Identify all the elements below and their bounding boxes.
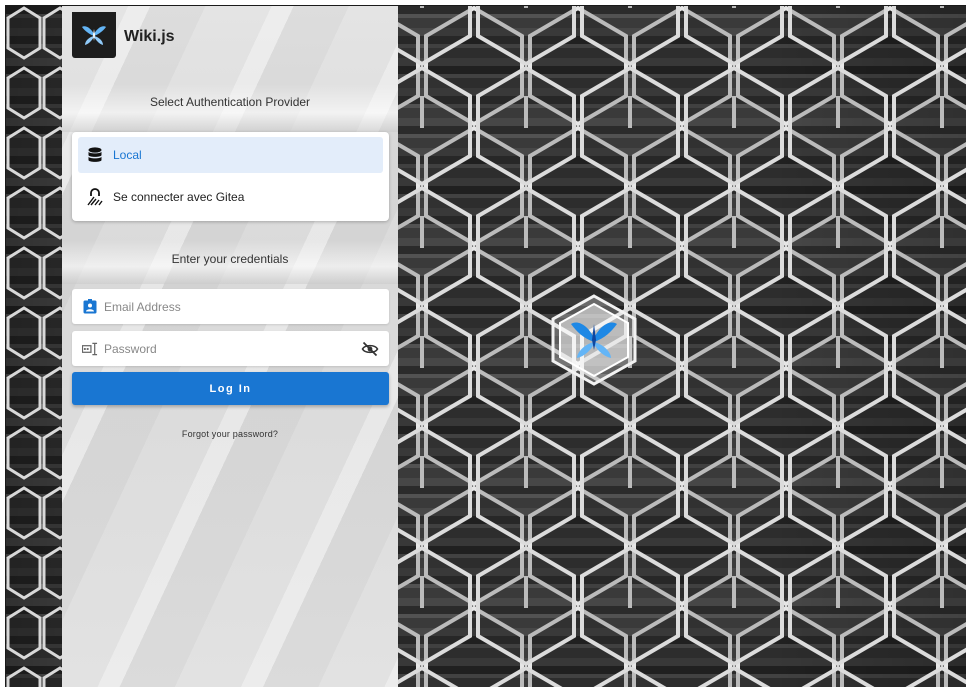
login-button[interactable]: Log In [72,372,389,405]
login-panel: Wiki.js Select Authentication Provider L… [62,6,398,687]
provider-list: Local Se connecter avec Gitea [72,132,389,221]
app-header: Wiki.js [62,6,398,58]
fingerprint-lock-icon [86,188,104,206]
provider-label: Se connecter avec Gitea [113,190,245,204]
form-textbox-password-icon [82,341,98,357]
app-window: Wiki.js Select Authentication Provider L… [5,5,966,687]
provider-local[interactable]: Local [78,137,383,173]
wikijs-center-logo-icon [551,294,637,386]
provider-label: Local [113,148,142,162]
provider-gitea[interactable]: Se connecter avec Gitea [78,179,383,215]
contact-card-icon [82,299,98,315]
wikijs-logo[interactable] [72,12,116,58]
wikijs-logo-icon [82,26,106,45]
forgot-password-link[interactable]: Forgot your password? [62,429,398,439]
app-title: Wiki.js [124,28,175,45]
email-input[interactable] [104,299,344,314]
password-input[interactable] [104,341,344,356]
email-field[interactable] [72,289,389,324]
select-provider-title: Select Authentication Provider [149,95,311,109]
credentials-title: Enter your credentials [171,252,289,266]
password-field[interactable] [72,331,389,366]
database-icon [86,146,104,164]
eye-off-icon[interactable] [361,340,379,358]
